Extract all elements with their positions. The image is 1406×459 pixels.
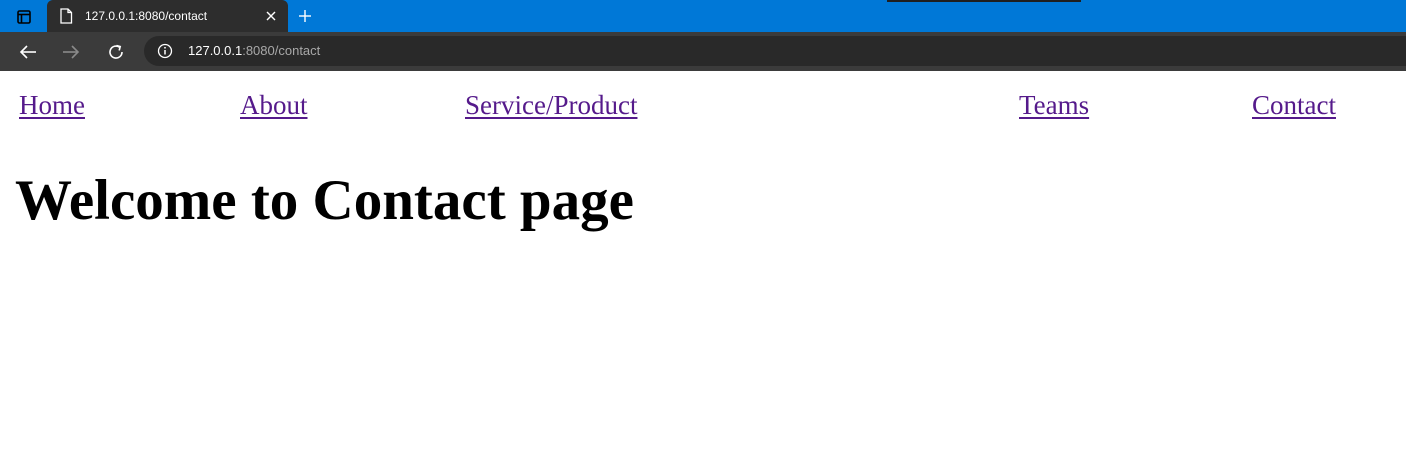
browser-toolbar: 127.0.0.1:8080/contact [0, 32, 1406, 71]
nav-link-service-product[interactable]: Service/Product [465, 89, 637, 121]
arrow-left-icon[interactable] [15, 39, 41, 65]
browser-tab-strip: 127.0.0.1:8080/contact [0, 0, 1406, 32]
window-drag-region[interactable] [887, 0, 1081, 2]
nav-link-home[interactable]: Home [19, 89, 85, 121]
url-text[interactable]: 127.0.0.1:8080/contact [188, 43, 320, 58]
address-bar[interactable]: 127.0.0.1:8080/contact [144, 36, 1406, 66]
plus-icon[interactable] [294, 5, 316, 27]
nav-link-teams[interactable]: Teams [1019, 89, 1089, 121]
tab-actions-icon[interactable] [8, 6, 40, 28]
arrow-right-icon[interactable] [58, 39, 84, 65]
nav-link-contact[interactable]: Contact [1252, 89, 1336, 121]
browser-tab[interactable]: 127.0.0.1:8080/contact [47, 0, 288, 32]
document-icon [59, 8, 73, 24]
close-icon[interactable] [263, 8, 279, 24]
nav-link-about[interactable]: About [240, 89, 308, 121]
tab-title: 127.0.0.1:8080/contact [85, 9, 208, 23]
page-content: Home About Service/Product Teams Contact… [0, 71, 1406, 459]
url-host: 127.0.0.1 [188, 43, 243, 58]
reload-icon[interactable] [103, 39, 129, 65]
url-path: :8080/contact [242, 43, 321, 58]
info-icon[interactable] [157, 43, 173, 59]
page-title: Welcome to Contact page [15, 169, 634, 232]
